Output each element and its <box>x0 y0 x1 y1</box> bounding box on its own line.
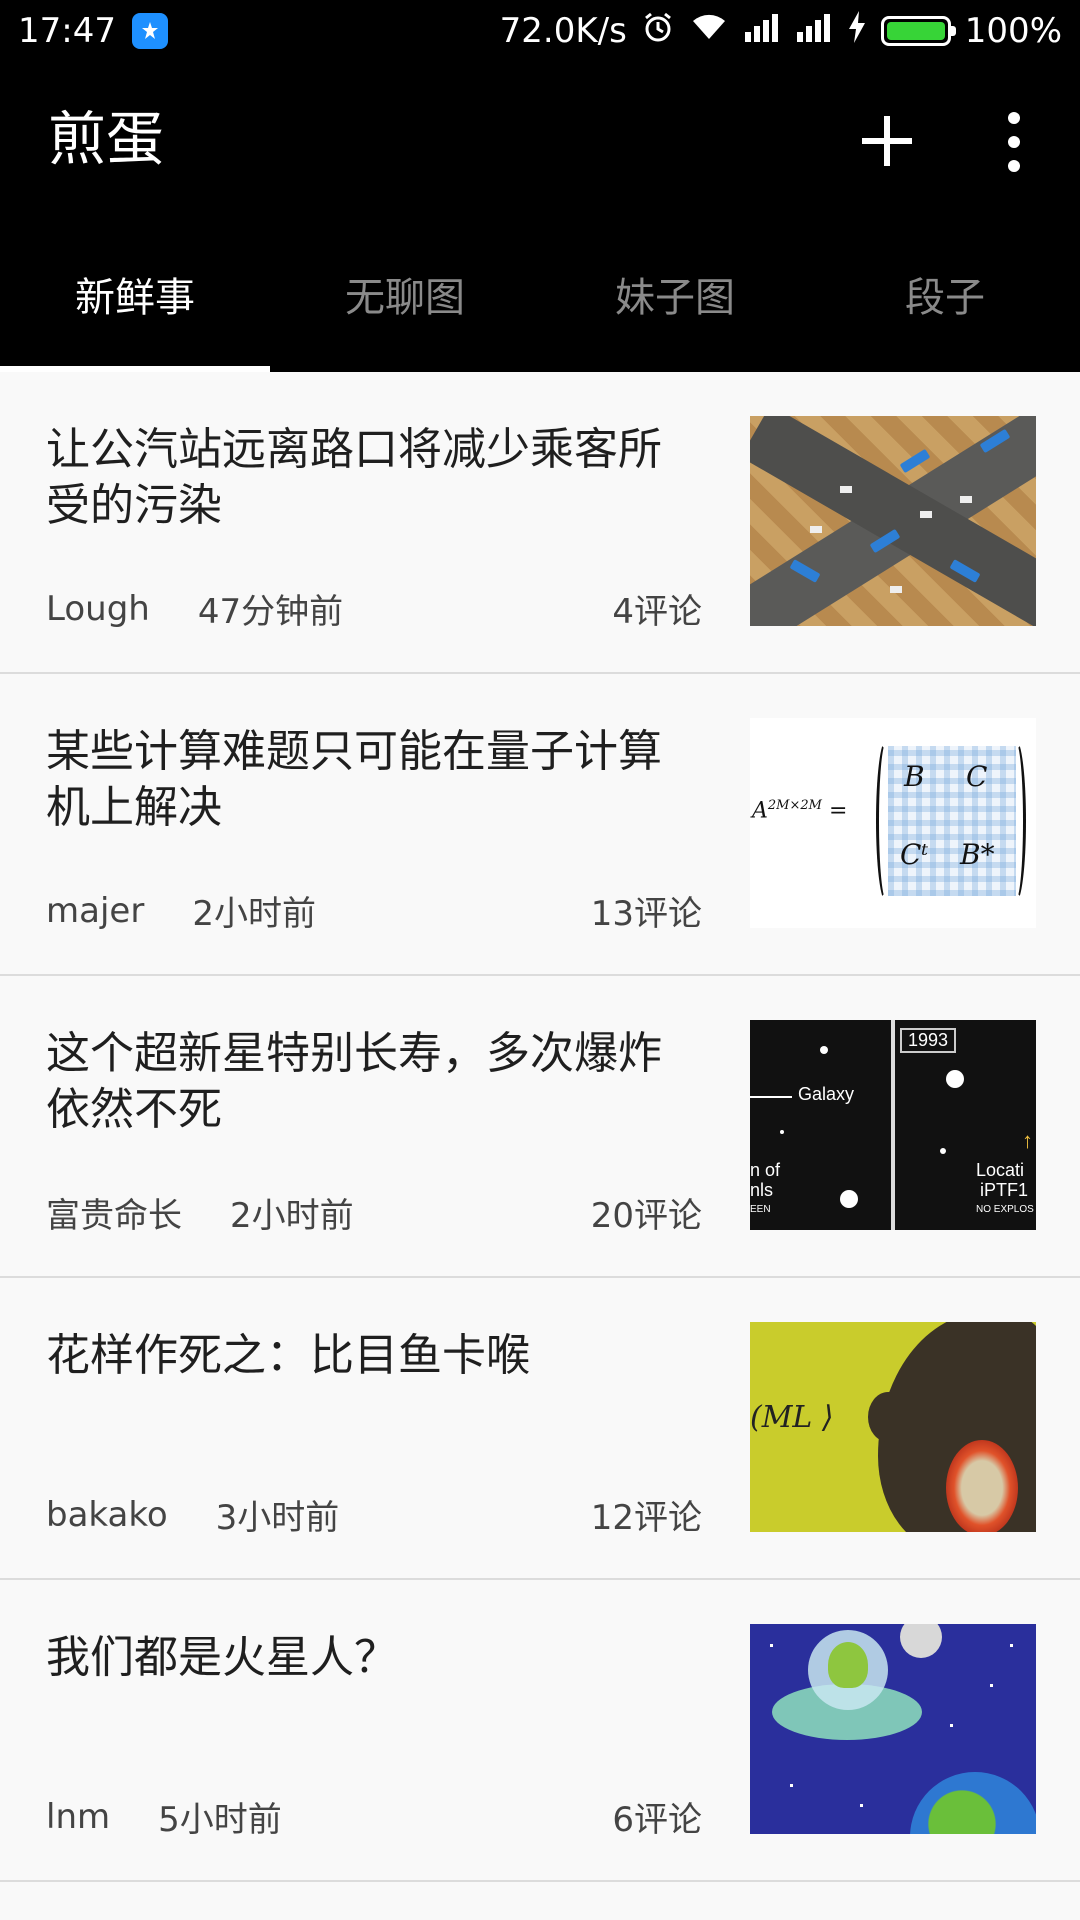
wifi-icon <box>689 11 729 52</box>
battery-percent: 100% <box>964 11 1062 51</box>
status-time: 17:47 <box>18 11 116 51</box>
battery-fill <box>886 22 945 40</box>
item-title: 花样作死之：比目鱼卡喉 <box>46 1330 530 1381</box>
item-comments[interactable]: 20评论 <box>591 1188 702 1237</box>
app-title: 煎蛋 <box>48 105 165 173</box>
list-item[interactable]: 某些计算难题只可能在量子计算机上解决 majer 2小时前 13评论 A2M×2… <box>0 674 1080 976</box>
item-comments[interactable]: 4评论 <box>612 584 702 633</box>
item-title: 某些计算难题只可能在量子计算机上解决 <box>46 726 662 833</box>
app-bar: 煎蛋 <box>0 62 1080 234</box>
net-speed: 72.0K/s <box>499 11 627 51</box>
item-author: bakako <box>46 1494 168 1535</box>
item-title: 我们都是火星人？ <box>46 1632 398 1683</box>
feed-list: 让公汽站远离路口将减少乘客所受的污染 Lough 47分钟前 4评论 某些计算难… <box>0 372 1080 1882</box>
item-author: Lough <box>46 588 150 629</box>
signal-icon <box>743 11 781 51</box>
item-thumbnail[interactable] <box>750 416 1036 626</box>
more-vert-icon[interactable] <box>1000 112 1028 172</box>
item-title: 让公汽站远离路口将减少乘客所受的污染 <box>46 424 662 531</box>
signal-icon-2 <box>795 11 833 51</box>
item-time: 2小时前 <box>230 1196 354 1236</box>
item-author: 富贵命长 <box>46 1196 182 1236</box>
tab-news[interactable]: 新鲜事 <box>0 234 270 372</box>
add-icon[interactable] <box>862 116 912 166</box>
list-item[interactable]: 花样作死之：比目鱼卡喉 bakako 3小时前 12评论 (ML ⟩ <box>0 1278 1080 1580</box>
alarm-icon <box>641 10 675 53</box>
item-thumbnail[interactable] <box>750 1624 1036 1834</box>
list-item[interactable]: 这个超新星特别长寿，多次爆炸依然不死 富贵命长 2小时前 20评论 Galaxy… <box>0 976 1080 1278</box>
item-meta: lnm 5小时前 6评论 <box>46 1792 702 1841</box>
item-time: 3小时前 <box>215 1498 340 1538</box>
item-time: 2小时前 <box>192 894 316 934</box>
item-meta: Lough 47分钟前 4评论 <box>46 584 702 633</box>
item-comments[interactable]: 6评论 <box>612 1792 702 1841</box>
app-notification-icon <box>131 13 168 49</box>
item-author: majer <box>46 890 145 931</box>
item-thumbnail[interactable]: A2M×2M = B C Cᵗ B* <box>750 718 1036 928</box>
item-meta: 富贵命长 2小时前 20评论 <box>46 1188 702 1237</box>
item-comments[interactable]: 13评论 <box>591 886 702 935</box>
battery-icon <box>880 16 956 46</box>
list-item[interactable]: 我们都是火星人？ lnm 5小时前 6评论 <box>0 1580 1080 1882</box>
item-time: 5小时前 <box>158 1800 282 1840</box>
item-title: 这个超新星特别长寿，多次爆炸依然不死 <box>46 1028 662 1135</box>
item-comments[interactable]: 12评论 <box>591 1490 702 1539</box>
item-meta: bakako 3小时前 12评论 <box>46 1490 702 1539</box>
item-time: 47分钟前 <box>197 592 344 632</box>
list-item[interactable]: 让公汽站远离路口将减少乘客所受的污染 Lough 47分钟前 4评论 <box>0 372 1080 674</box>
tab-pics[interactable]: 无聊图 <box>270 234 540 372</box>
charging-icon <box>847 10 867 52</box>
tab-jokes[interactable]: 段子 <box>810 234 1080 372</box>
status-bar: 17:47 72.0K/s 100% <box>0 0 1080 62</box>
item-thumbnail[interactable]: (ML ⟩ <box>750 1322 1036 1532</box>
matrix-lhs: A2M×2M = <box>752 798 848 824</box>
item-author: lnm <box>46 1796 111 1837</box>
tab-bar: 新鲜事 无聊图 妹子图 段子 <box>0 234 1080 372</box>
tab-girls[interactable]: 妹子图 <box>540 234 810 372</box>
item-meta: majer 2小时前 13评论 <box>46 886 702 935</box>
item-thumbnail[interactable]: Galaxy 1993 n of nls EEN Locati iPTF1 NO… <box>750 1020 1036 1230</box>
